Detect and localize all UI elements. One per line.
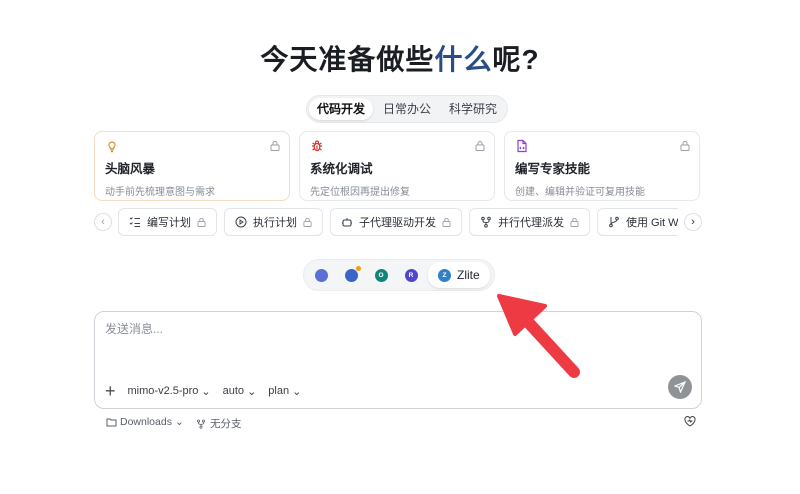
annotation-arrow	[497, 294, 580, 378]
